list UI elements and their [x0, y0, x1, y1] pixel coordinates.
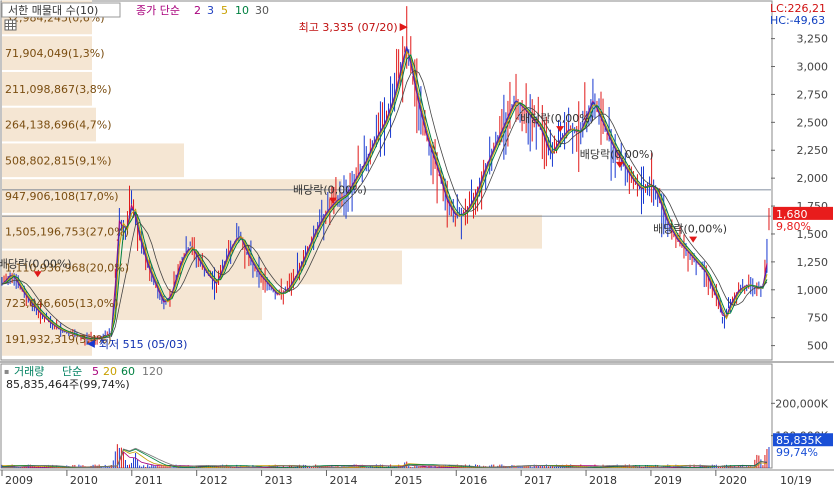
x-tick-label: 2017	[524, 474, 552, 487]
volume-profile-label: 264,138,696(4,7%)	[5, 119, 112, 132]
price-tick-label: 2,750	[797, 88, 829, 101]
volume-profile-label: 947,906,108(17,0%)	[5, 190, 119, 203]
price-tick-label: 3,000	[797, 61, 829, 74]
x-tick-label: 2018	[589, 474, 617, 487]
price-tick-label: 2,250	[797, 144, 829, 157]
x-tick-label: 2020	[719, 474, 747, 487]
vol-ma-20: 20	[103, 365, 117, 378]
x-tick-label: 2014	[329, 474, 357, 487]
volume-total-label: 85,835,464주(99,74%)	[6, 378, 130, 391]
volume-title: 거래량	[14, 365, 44, 378]
price-tick-label: 2,000	[797, 172, 829, 185]
price-tick-label: 1,250	[797, 256, 829, 269]
x-end-label: 10/19	[780, 474, 812, 487]
max-price-annotation: 최고 3,335 (07/20)	[299, 21, 398, 34]
vol-ma-5: 5	[92, 365, 99, 378]
price-tick-label: 500	[807, 340, 828, 353]
x-tick-label: 2013	[265, 474, 293, 487]
chart-title: 서한 매물대 수(10)	[8, 4, 98, 17]
current-pct-label: 9,80%	[776, 220, 811, 233]
vol-ma-120: 120	[142, 365, 163, 378]
x-tick-label: 2015	[394, 474, 422, 487]
hc-readout: HC:-49,63	[770, 14, 825, 27]
volume-legend-prefix: 단순	[62, 365, 82, 378]
ma-legend-2: 2	[194, 4, 201, 17]
ma-legend-10: 10	[235, 4, 249, 17]
price-tick-label: 1,000	[797, 284, 829, 297]
volume-profile-label: 211,098,867(3,8%)	[5, 83, 112, 96]
volume-tick-label: 200,000K	[775, 397, 828, 410]
volume-profile-label: 508,802,815(9,1%)	[5, 154, 112, 167]
volume-profile-label: 191,932,319(3,4%)	[5, 333, 112, 346]
ma-legend-5: 5	[221, 4, 228, 17]
volume-profile-label: 1,505,196,753(27,0%)	[5, 226, 129, 239]
price-tick-label: 750	[807, 312, 828, 325]
volume-profile-label: 723,046,605(13,0%)	[5, 297, 119, 310]
x-tick-label: 2012	[200, 474, 228, 487]
price-tick-label: 3,250	[797, 33, 829, 46]
vol-ma-60: 60	[121, 365, 135, 378]
volume-caret-icon[interactable]: ▪	[4, 367, 9, 376]
x-tick-label: 2019	[654, 474, 682, 487]
x-tick-label: 2009	[5, 474, 33, 487]
ma-legend-prefix: 종가 단순	[136, 4, 180, 17]
dividend-annotation: 배당락(0,00%)	[520, 112, 594, 125]
dividend-annotation: 배당락(0,00%)	[0, 257, 72, 270]
grid-toggle-icon[interactable]	[4, 19, 17, 31]
dividend-annotation: 배당락(0,00%)	[580, 148, 654, 161]
dividend-annotation: 배당락(0,00%)	[293, 184, 367, 197]
x-tick-label: 2011	[135, 474, 163, 487]
volume-profile-label: 71,904,049(1,3%)	[5, 47, 105, 60]
x-tick-label: 2016	[459, 474, 487, 487]
ma-legend-3: 3	[207, 4, 214, 17]
stock-chart[interactable]: 191,932,319(3,4%) 723,046,605(13,0%) 1,110…	[0, 0, 834, 489]
chart-svg: 191,932,319(3,4%)723,046,605(13,0%)1,110…	[0, 0, 834, 489]
min-price-annotation: 최저 515 (05/03)	[99, 338, 188, 351]
ma-legend-30: 30	[255, 4, 269, 17]
dividend-annotation: 배당락(0,00%)	[653, 223, 727, 236]
current-volume-pct-label: 99,74%	[776, 446, 818, 459]
x-tick-label: 2010	[70, 474, 98, 487]
price-tick-label: 2,500	[797, 116, 829, 129]
